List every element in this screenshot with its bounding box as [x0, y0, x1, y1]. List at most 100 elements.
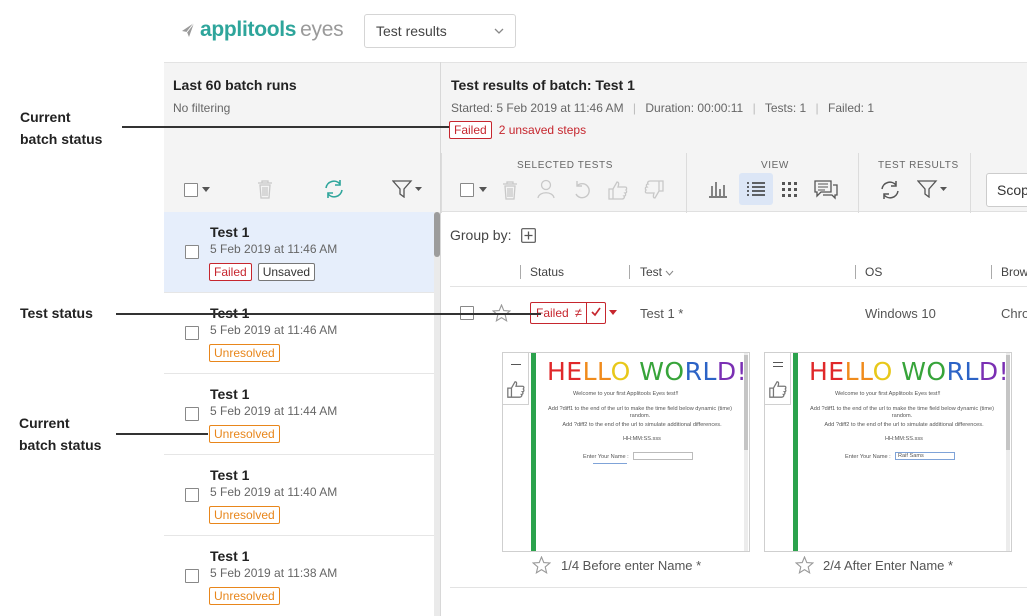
add-group-icon[interactable]	[521, 228, 536, 243]
refresh-icon[interactable]	[323, 179, 345, 199]
annotation-current-batch-status: Current batch status	[20, 106, 102, 150]
col-sep	[855, 265, 856, 279]
accept-check-icon[interactable]	[585, 303, 605, 323]
grid-icon[interactable]	[781, 181, 799, 199]
logo-text-applitools: applitools	[200, 18, 297, 41]
screenshot-add2: Add ?diff2 to the end of the url to simu…	[562, 422, 722, 428]
equals-icon-bar	[773, 366, 783, 368]
step-caption[interactable]: 1/4 Before enter Name *	[561, 558, 701, 573]
batch-checkbox[interactable]	[185, 407, 199, 421]
test-status-control[interactable]: Failed ≠	[530, 302, 606, 324]
trash-icon[interactable]	[257, 179, 273, 199]
batch-checkbox[interactable]	[185, 488, 199, 502]
toolbar-divider	[686, 153, 687, 213]
thumbs-up-icon[interactable]	[768, 379, 788, 399]
header-divider	[450, 286, 1027, 287]
thumbs-up-icon[interactable]	[607, 179, 629, 201]
batch-row[interactable]: Test 1 5 Feb 2019 at 11:38 AM Unresolved	[164, 536, 434, 616]
batch-list-scrollbar[interactable]	[434, 212, 440, 616]
col-status[interactable]: Status	[530, 265, 564, 279]
caret-down-icon[interactable]	[479, 187, 487, 193]
bar-chart-icon[interactable]	[708, 180, 728, 198]
step-status-accent	[531, 353, 536, 551]
screenshot-add2: Add ?diff2 to the end of the url to simu…	[824, 422, 984, 428]
filter-icon[interactable]	[917, 180, 947, 198]
col-test[interactable]: Test	[640, 265, 674, 279]
refresh-icon[interactable]	[879, 180, 901, 200]
logo-icon	[182, 22, 195, 37]
batch-date: 5 Feb 2019 at 11:40 AM	[210, 485, 338, 499]
applitools-logo[interactable]: applitools eyes	[180, 18, 344, 42]
caret-down-icon[interactable]	[609, 310, 617, 316]
batch-date: 5 Feb 2019 at 11:38 AM	[210, 566, 338, 580]
screenshot-hello: HELLO WORLD!	[809, 357, 1010, 386]
col-browser[interactable]: Brow	[1001, 265, 1027, 279]
selected-tests-label: SELECTED TESTS	[517, 160, 614, 171]
select-all-tests-checkbox[interactable]	[460, 183, 474, 197]
test-name[interactable]: Test 1 *	[640, 306, 683, 321]
scope-select[interactable]: Scop	[986, 173, 1027, 207]
test-results-header: Test results of batch: Test 1 Started: 5…	[441, 62, 1027, 213]
batch-tests: Tests: 1	[764, 101, 807, 115]
step-thumbnail[interactable]: HELLO WORLD! Welcome to your first Appli…	[764, 352, 1012, 552]
thumbs-down-icon[interactable]	[643, 179, 665, 201]
batch-meta: Started: 5 Feb 2019 at 11:46 AM | Durati…	[451, 101, 875, 115]
unsaved-steps: 2 unsaved steps	[498, 123, 587, 137]
equals-icon[interactable]	[773, 362, 783, 364]
batch-badges: Unresolved	[209, 344, 280, 362]
batch-checkbox[interactable]	[185, 326, 199, 340]
annotation-text: Current batch status	[19, 415, 102, 453]
screenshot-scrollbar	[1006, 353, 1010, 551]
star-icon[interactable]	[532, 556, 551, 574]
status-badge-unresolved: Unresolved	[209, 506, 280, 524]
test-os: Windows 10	[865, 306, 936, 321]
annotation-line	[116, 313, 541, 315]
screenshot-welcome: Welcome to your first Applitools Eyes te…	[835, 391, 941, 397]
batch-failed-count: Failed: 1	[828, 101, 875, 115]
batch-status-line: Failed 2 unsaved steps	[449, 121, 586, 139]
user-icon[interactable]	[537, 179, 555, 199]
annotation-text: Current batch status	[20, 109, 103, 147]
view-select[interactable]: Test results	[364, 14, 516, 48]
batch-badges: Unresolved	[209, 425, 280, 443]
toolbar-divider	[441, 153, 442, 213]
col-os[interactable]: OS	[865, 265, 882, 279]
batch-row[interactable]: Test 1 5 Feb 2019 at 11:46 AM Unresolved	[164, 293, 434, 374]
batch-name: Test 1	[210, 224, 250, 240]
batch-status-badge: Failed	[449, 121, 492, 139]
thumbs-up-icon[interactable]	[506, 379, 526, 399]
scrollbar-thumb[interactable]	[434, 212, 440, 257]
screenshot-enter-label: Enter Your Name :	[583, 454, 629, 460]
step-thumbnail[interactable]: HELLO WORLD! Welcome to your first Appli…	[502, 352, 750, 552]
annotation-current-batch-status-2: Current batch status	[19, 412, 101, 456]
batch-started: Started: 5 Feb 2019 at 11:46 AM	[451, 101, 624, 115]
star-icon[interactable]	[795, 556, 814, 574]
comments-icon[interactable]	[814, 180, 838, 200]
batch-checkbox[interactable]	[185, 569, 199, 583]
batch-row[interactable]: Test 1 5 Feb 2019 at 11:46 AM Failed Uns…	[164, 212, 434, 293]
batch-date: 5 Feb 2019 at 11:44 AM	[210, 404, 338, 418]
batch-row[interactable]: Test 1 5 Feb 2019 at 11:40 AM Unresolved	[164, 455, 434, 536]
screenshot-enter-label: Enter Your Name :	[845, 454, 891, 460]
batch-badges: Failed Unsaved	[209, 263, 316, 281]
batch-checkbox[interactable]	[185, 245, 199, 259]
batch-row[interactable]: Test 1 5 Feb 2019 at 11:44 AM Unresolved	[164, 374, 434, 455]
select-all-batches-checkbox[interactable]	[184, 183, 198, 197]
step-caption[interactable]: 2/4 After Enter Name *	[823, 558, 953, 573]
batch-list-filter: No filtering	[173, 101, 231, 115]
caret-down-icon[interactable]	[202, 187, 210, 193]
trash-icon[interactable]	[502, 180, 518, 200]
status-badge-unresolved: Unresolved	[209, 344, 280, 362]
list-view-button[interactable]	[739, 173, 773, 205]
col-test-label: Test	[640, 265, 663, 279]
batch-duration: Duration: 00:00:11	[645, 101, 744, 115]
toolbar-divider	[858, 153, 859, 213]
annotation-line	[122, 126, 449, 128]
filter-icon[interactable]	[392, 180, 422, 198]
step-actions-box	[503, 353, 529, 405]
test-browser: Chro	[1001, 306, 1027, 321]
undo-icon[interactable]	[572, 180, 592, 200]
screenshot-underline	[593, 463, 627, 464]
minus-icon[interactable]	[511, 364, 521, 366]
group-by-label: Group by:	[450, 227, 512, 243]
